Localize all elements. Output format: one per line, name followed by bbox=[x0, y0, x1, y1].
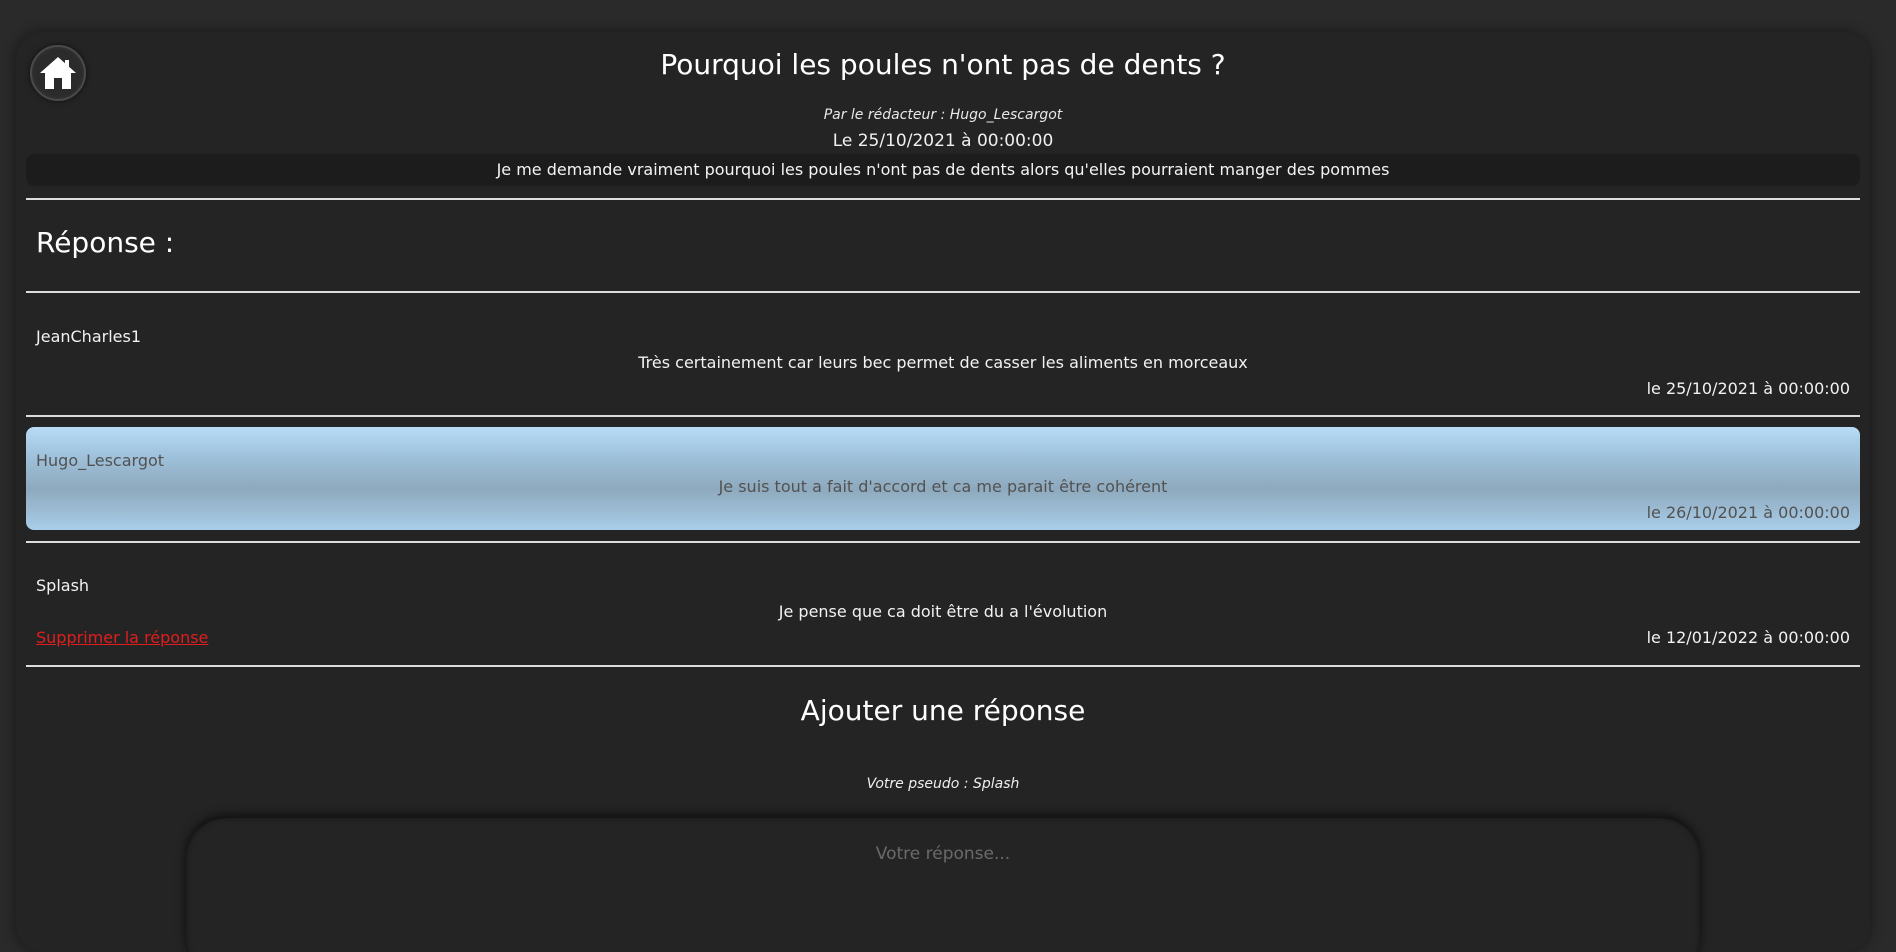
response-pseudo: JeanCharles1 bbox=[36, 327, 142, 346]
response-item: JeanCharles1 Très certainement car leurs… bbox=[26, 303, 1860, 403]
question-body: Je me demande vraiment pourquoi les poul… bbox=[26, 154, 1860, 186]
question-title: Pourquoi les poules n'ont pas de dents ? bbox=[660, 48, 1226, 81]
question-author: Par le rédacteur : Hugo_Lescargot bbox=[823, 107, 1063, 123]
delete-response-link[interactable]: Supprimer la réponse bbox=[36, 628, 208, 647]
response-pseudo: Splash bbox=[36, 576, 90, 595]
divider bbox=[26, 665, 1860, 667]
forum-panel: Pourquoi les poules n'ont pas de dents ?… bbox=[16, 32, 1870, 952]
response-text: Très certainement car leurs bec permet d… bbox=[638, 353, 1248, 372]
response-text: Je suis tout a fait d'accord et ca me pa… bbox=[718, 477, 1168, 496]
question-date: Le 25/10/2021 à 00:00:00 bbox=[832, 131, 1054, 151]
response-date: le 26/10/2021 à 00:00:00 bbox=[1646, 503, 1850, 522]
pseudo-line: Votre pseudo : Splash bbox=[866, 776, 1020, 792]
reply-box bbox=[186, 818, 1700, 952]
add-response-title: Ajouter une réponse bbox=[800, 694, 1086, 727]
divider bbox=[26, 198, 1860, 200]
response-date: le 12/01/2022 à 00:00:00 bbox=[1646, 628, 1850, 647]
responses-heading: Réponse : bbox=[36, 226, 175, 259]
response-item: Splash Je pense que ca doit être du a l'… bbox=[26, 552, 1860, 652]
response-date: le 25/10/2021 à 00:00:00 bbox=[1646, 379, 1850, 398]
divider bbox=[26, 291, 1860, 293]
divider bbox=[26, 415, 1860, 417]
divider bbox=[26, 541, 1860, 543]
response-textarea[interactable] bbox=[186, 818, 1700, 952]
response-item-highlighted: Hugo_Lescargot Je suis tout a fait d'acc… bbox=[26, 427, 1860, 530]
response-pseudo: Hugo_Lescargot bbox=[36, 451, 165, 470]
response-text: Je pense que ca doit être du a l'évoluti… bbox=[778, 602, 1108, 621]
